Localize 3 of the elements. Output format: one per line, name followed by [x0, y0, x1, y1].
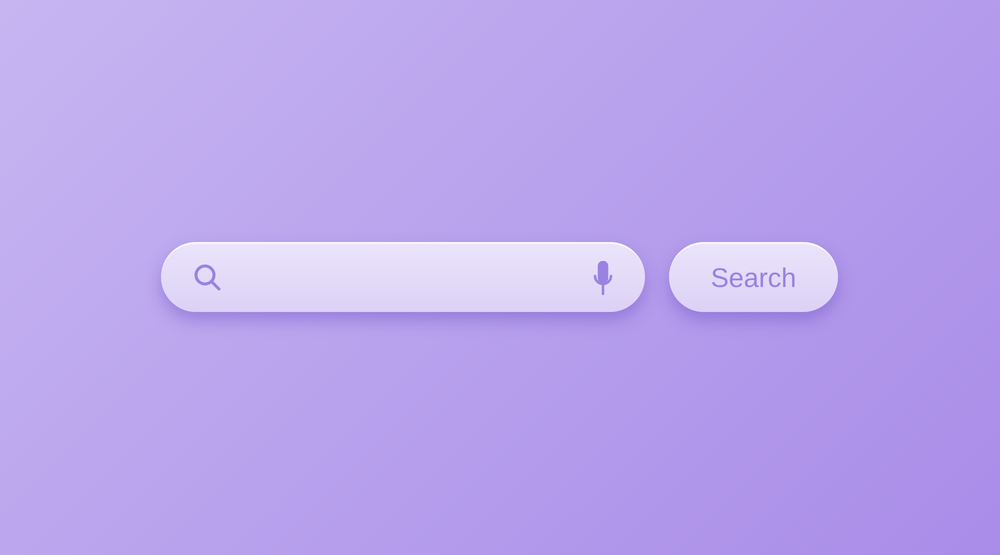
microphone-icon[interactable] — [593, 261, 613, 295]
search-icon — [193, 263, 223, 293]
search-button[interactable]: Search — [669, 242, 838, 312]
